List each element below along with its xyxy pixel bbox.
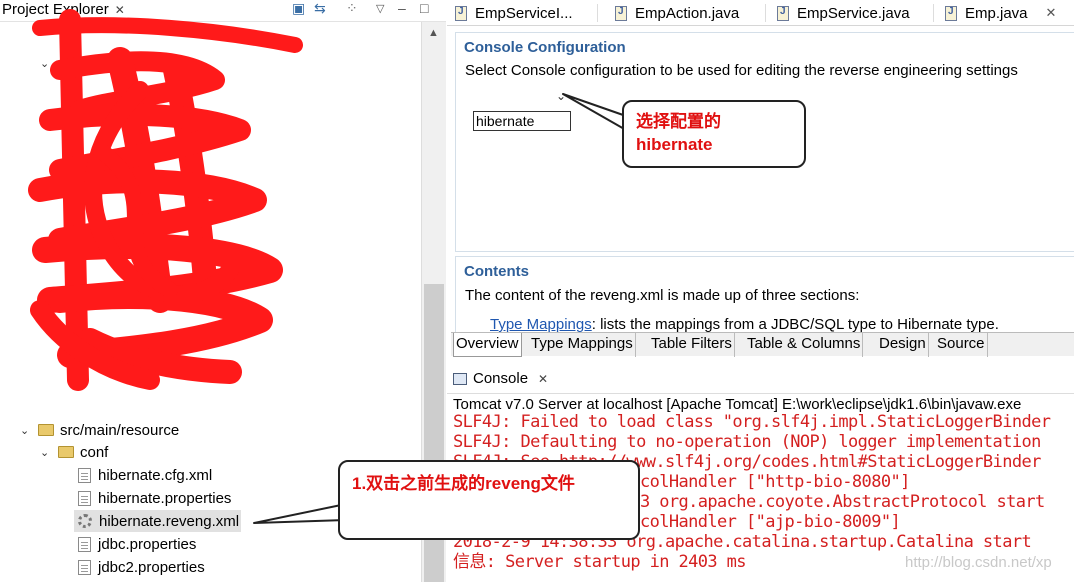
tab-table-columns[interactable]: Table & Columns	[745, 333, 864, 357]
section-title: Console Configuration	[464, 39, 626, 56]
expand-icon[interactable]: ⌄	[20, 424, 29, 437]
tree-item-src-main-resource[interactable]: ⌄ src/main/resource	[20, 419, 179, 441]
minimize-icon[interactable]: –	[398, 0, 406, 16]
tab-table-filters[interactable]: Table Filters	[649, 333, 735, 357]
properties-file-icon	[78, 490, 91, 506]
java-file-icon	[615, 5, 627, 21]
section-title: Contents	[464, 263, 529, 280]
console-configuration-select[interactable]: hibernate	[473, 111, 571, 131]
console-tab[interactable]: Console ✕	[453, 370, 548, 387]
tree-item-conf[interactable]: ⌄ conf	[40, 441, 108, 463]
tree-item-label: jdbc2.properties	[98, 558, 205, 576]
folder-icon	[38, 424, 54, 436]
xml-file-icon	[78, 467, 91, 483]
close-icon[interactable]: ✕	[1046, 5, 1057, 21]
close-icon[interactable]: ✕	[538, 372, 548, 386]
editor-tab-empservice[interactable]: EmpService.java	[777, 0, 910, 26]
reveng-file-icon	[78, 514, 92, 528]
tab-label: EmpService.java	[797, 4, 910, 22]
collapse-all-icon[interactable]: ▣	[292, 0, 305, 17]
editor-tab-emp[interactable]: Emp.java ✕	[945, 0, 1056, 26]
tab-overview[interactable]: Overview	[453, 333, 522, 357]
callout-pointer	[253, 503, 347, 524]
console-header: Console ✕	[447, 364, 1074, 394]
tree-item-hibernate-cfg[interactable]: hibernate.cfg.xml	[78, 464, 212, 486]
type-mappings-link[interactable]: Type Mappings	[490, 316, 592, 333]
tree-item-label: hibernate.properties	[98, 489, 232, 507]
callout-double-click-reveng: 1.双击之前生成的reveng文件	[338, 460, 640, 540]
project-explorer-tab[interactable]: Project Explorer ✕	[2, 1, 125, 18]
callout-line: 选择配置的	[636, 112, 721, 131]
tab-type-mappings[interactable]: Type Mappings	[529, 333, 636, 357]
link-with-editor-icon[interactable]: ⇆	[314, 0, 326, 17]
console-line: SLF4J: Defaulting to no-operation (NOP) …	[453, 432, 1041, 452]
maximize-icon[interactable]: □	[420, 0, 428, 16]
project-explorer-title: Project Explorer	[2, 1, 109, 18]
contents-item-text: : lists the mappings from a JDBC/SQL typ…	[591, 316, 999, 333]
eclipse-window: Project Explorer ✕ ▣ ⇆ ⁘ ▽ – □ ⌄ ⌄ src/ma…	[0, 0, 1074, 582]
tab-label: EmpServiceI...	[475, 4, 573, 22]
java-file-icon	[455, 5, 467, 21]
close-icon[interactable]: ✕	[115, 3, 125, 17]
editor-tab-empservicei[interactable]: EmpServiceI...	[455, 0, 573, 26]
tree-item-label: hibernate.cfg.xml	[98, 466, 213, 484]
java-file-icon	[777, 5, 789, 21]
properties-file-icon	[78, 536, 91, 552]
callout-line: hibernate	[636, 135, 713, 154]
tab-label: Emp.java	[965, 4, 1028, 22]
editor-tab-bar: EmpServiceI... EmpAction.java EmpService…	[447, 0, 1074, 26]
watermark: http://blog.csdn.net/xp	[905, 554, 1052, 571]
editor-page-tabs: Overview Type Mappings Table Filters Tab…	[451, 332, 1074, 357]
properties-file-icon	[78, 559, 91, 575]
tree-item-label: jdbc.properties	[98, 535, 197, 553]
contents-section: Contents The content of the reveng.xml i…	[455, 256, 1074, 333]
project-explorer-header: Project Explorer ✕ ▣ ⇆ ⁘ ▽ – □	[0, 0, 446, 22]
focus-icon[interactable]: ⁘	[346, 0, 358, 17]
view-menu-icon[interactable]: ▽	[376, 2, 384, 15]
expand-icon[interactable]: ⌄	[40, 446, 49, 459]
tree-item-label: conf	[80, 443, 109, 461]
editor-tab-empaction[interactable]: EmpAction.java	[615, 0, 739, 26]
java-file-icon	[945, 5, 957, 21]
console-process-description: Tomcat v7.0 Server at localhost [Apache …	[453, 396, 1022, 413]
section-description: Select Console configuration to be used …	[465, 62, 1018, 79]
callout-select-config: 选择配置的 hibernate	[622, 100, 806, 168]
scroll-up-icon[interactable]: ▲	[428, 27, 439, 39]
tree-item-hibernate-properties[interactable]: hibernate.properties	[78, 487, 231, 509]
section-description: The content of the reveng.xml is made up…	[465, 287, 860, 304]
console-line: SLF4J: Failed to load class "org.slf4j.i…	[453, 412, 1051, 432]
tree-item-jdbc2-properties[interactable]: jdbc2.properties	[78, 556, 205, 578]
tab-label: EmpAction.java	[635, 4, 740, 22]
console-tab-label: Console	[473, 370, 529, 387]
contents-item: Type Mappings: lists the mappings from a…	[490, 316, 999, 333]
tree-item-label: hibernate.reveng.xml	[99, 512, 240, 530]
folder-icon	[58, 446, 74, 458]
console-icon	[453, 372, 467, 385]
tree-item-label: src/main/resource	[60, 421, 180, 439]
tab-design[interactable]: Design	[877, 333, 929, 357]
tree-item-jdbc-properties[interactable]: jdbc.properties	[78, 533, 196, 555]
reveng-editor-overview: Console Configuration Select Console con…	[451, 28, 1074, 333]
tree-item-hibernate-reveng[interactable]: hibernate.reveng.xml	[74, 510, 242, 532]
tab-source[interactable]: Source	[935, 333, 988, 357]
